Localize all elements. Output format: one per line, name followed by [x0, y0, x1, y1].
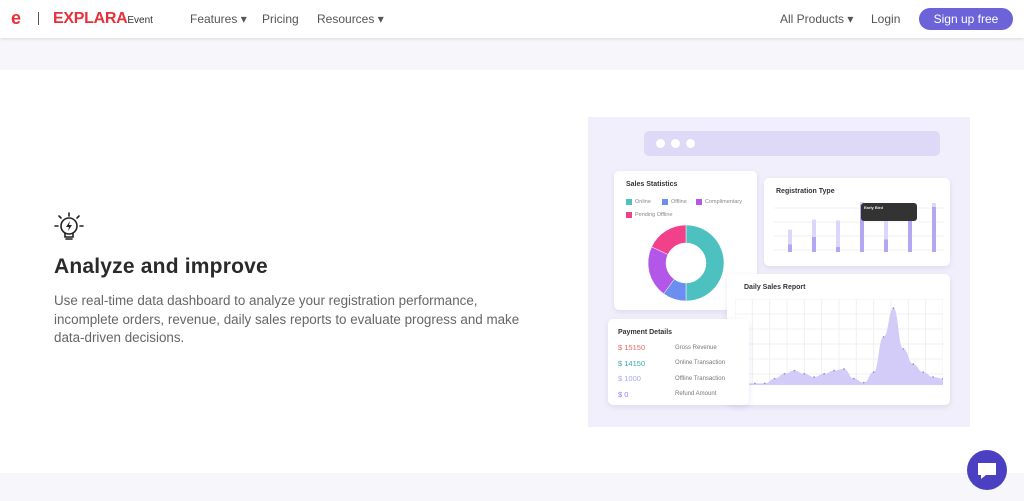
payment-amount: $ 14150: [618, 358, 646, 368]
nav-features[interactable]: Features ▾: [190, 12, 247, 26]
nav-all-products[interactable]: All Products ▾: [780, 12, 853, 26]
data-point: [843, 368, 845, 370]
bar-sold: [884, 239, 888, 252]
data-point: [793, 369, 796, 372]
payment-label: Refund Amount: [675, 391, 717, 397]
daily-sales-card: Daily Sales Report: [727, 274, 950, 405]
data-point: [753, 382, 756, 385]
section-band-top: [0, 38, 1024, 70]
nav-pricing[interactable]: Pricing: [262, 12, 299, 26]
lightbulb-bolt-icon: [54, 212, 84, 240]
bar-sold: [812, 237, 816, 252]
window-dot: [671, 139, 680, 148]
bar-sold: [836, 247, 840, 252]
feature-description: Use real-time data dashboard to analyze …: [54, 293, 520, 345]
data-point: [912, 363, 915, 366]
payment-label: Gross Revenue: [675, 344, 717, 351]
chat-icon: [978, 463, 996, 479]
legend-pending-offline: Pending Offline: [626, 212, 673, 218]
data-point: [922, 371, 925, 374]
section-band-bottom: [0, 473, 1024, 501]
donut-chart: [647, 224, 725, 302]
registration-bar-chart: [774, 202, 944, 252]
data-point: [852, 377, 855, 380]
brand-logo[interactable]: EXPLARAEvent: [53, 10, 153, 28]
signup-button[interactable]: Sign up free: [919, 8, 1013, 30]
data-point: [892, 307, 895, 310]
nav-login[interactable]: Login: [871, 12, 900, 26]
data-point: [773, 377, 776, 380]
data-point: [813, 376, 816, 378]
chart-tooltip: Early Bird: [861, 203, 917, 221]
data-point: [803, 372, 806, 375]
brand-name: EXPLARA: [53, 10, 128, 27]
card-title: Registration Type: [776, 188, 835, 195]
data-point: [902, 348, 905, 350]
legend-offline: Offline: [662, 199, 687, 205]
bar-sold: [932, 207, 936, 252]
data-point: [833, 369, 835, 372]
payment-amount: $ 1000: [618, 374, 641, 383]
payment-details-card: Payment Details $ 15150 Gross Revenue $ 14…: [608, 319, 749, 405]
payment-amount: $ 15150: [618, 343, 646, 352]
window-dot: [686, 139, 695, 148]
payment-label: Offline Transaction: [675, 375, 725, 382]
payment-label: Online Transaction: [675, 360, 726, 366]
divider: [38, 12, 39, 25]
data-point: [932, 376, 934, 378]
data-point: [823, 372, 826, 375]
top-navbar: e EXPLARAEvent Features ▾ Pricing Resour…: [0, 0, 1024, 38]
explara-logo-icon[interactable]: e: [11, 9, 25, 27]
browser-bar: [644, 131, 940, 156]
data-point: [872, 371, 875, 374]
nav-resources[interactable]: Resources ▾: [317, 12, 384, 26]
legend-online: Online: [626, 199, 651, 205]
registration-type-card: Registration Type Early Bird: [764, 178, 950, 266]
payment-amount: $ 0: [618, 389, 629, 399]
data-point: [862, 381, 865, 384]
bar-sold: [788, 244, 792, 252]
brand-suffix: Event: [127, 15, 153, 26]
data-point: [763, 382, 766, 385]
data-point: [783, 372, 786, 375]
feature-title: Analyze and improve: [54, 255, 268, 278]
legend-complimentary: Complimentary: [696, 199, 742, 205]
window-dot: [656, 139, 665, 148]
card-title: Payment Details: [618, 329, 673, 336]
card-title: Sales Statistics: [626, 181, 678, 188]
chat-button[interactable]: [967, 450, 1007, 490]
dashboard-illustration: Sales Statistics Online Offline Complime…: [588, 117, 970, 427]
card-title: Daily Sales Report: [744, 284, 806, 291]
daily-sales-area-chart: [735, 299, 943, 385]
donut-slice-online: [685, 224, 725, 302]
data-point: [882, 336, 885, 338]
